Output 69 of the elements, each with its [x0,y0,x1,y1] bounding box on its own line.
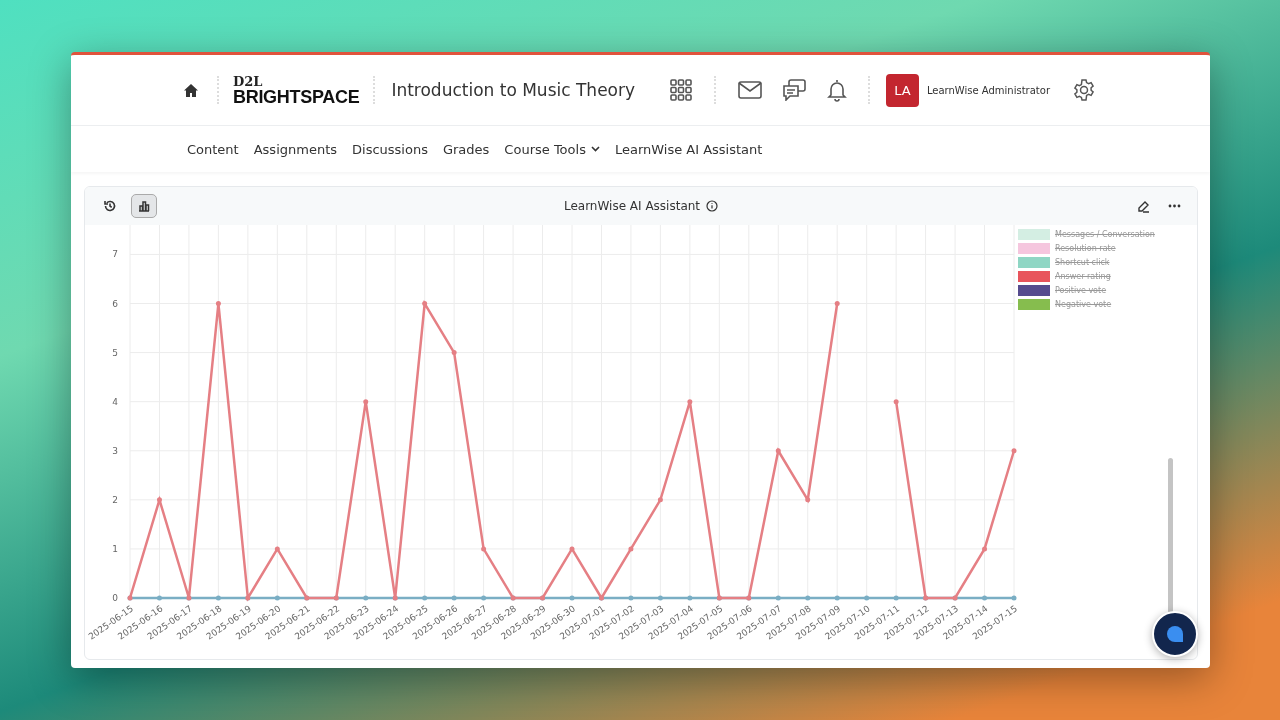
data-point [1011,595,1017,601]
chat-bubble-icon [1165,624,1185,644]
nav-link[interactable]: Discussions [352,141,428,157]
data-point [451,595,457,601]
logo-text: BRIGHTSPACE [233,87,360,106]
data-point [657,595,663,601]
data-point [156,497,162,503]
data-point [363,595,369,601]
nav-link[interactable]: Course Tools [504,141,600,157]
y-tick-label: 1 [112,543,118,554]
data-point [775,448,781,454]
data-point [687,399,693,405]
data-point [982,595,988,601]
data-point [422,301,428,307]
data-point [893,595,899,601]
y-tick-label: 5 [112,347,118,358]
legend-label: Negative vote [1055,300,1112,309]
data-point [687,595,693,601]
y-tick-label: 7 [112,249,118,260]
y-tick-label: 4 [112,396,118,407]
user-avatar[interactable]: LA [885,73,919,107]
data-point [481,595,487,601]
data-point [569,595,575,601]
info-icon[interactable] [706,200,719,212]
data-point [834,595,840,601]
course-title: Introduction to Music Theory [391,80,636,100]
data-point [657,497,663,503]
nav-link[interactable]: Content [187,141,239,157]
user-name[interactable]: LearnWise Administrator [926,84,1050,96]
data-point [982,546,988,552]
widget-title: LearnWise AI Assistant [563,199,701,213]
data-point [481,546,487,552]
nav-link[interactable]: LearnWise AI Assistant [614,141,763,157]
y-tick-label: 0 [112,593,118,603]
nav-link[interactable]: Grades [442,141,490,157]
legend-label: Messages / Conversation [1055,230,1155,239]
y-tick-label: 2 [112,494,118,505]
logo[interactable]: D2L BRIGHTSPACE [233,74,360,106]
data-point [628,595,634,601]
data-point [274,595,280,601]
data-point [805,497,811,503]
data-point [156,595,162,601]
scrollbar[interactable] [1168,458,1173,613]
data-point [864,595,870,601]
data-point [215,595,221,601]
data-point [569,546,575,552]
history-icon [103,199,117,213]
data-point [893,399,899,405]
data-point [775,595,781,601]
data-point [834,301,840,307]
bar-chart-icon [137,199,151,213]
data-point [1011,448,1017,454]
caret-icon [590,146,600,152]
data-point [215,301,221,307]
data-point [422,595,428,601]
y-tick-label: 3 [112,445,118,456]
data-point [628,546,634,552]
chart-view-button[interactable] [131,194,157,218]
legend-label: Positive vote [1055,286,1107,295]
y-tick-label: 6 [112,298,118,309]
logo-text: D2L [233,74,264,88]
data-point [274,546,280,552]
legend-label: Shortcut click [1055,258,1110,267]
legend-label: Resolution rate [1055,244,1116,253]
data-point [805,595,811,601]
nav-link[interactable]: Assignments [253,141,338,157]
legend-label: Answer rating [1055,272,1111,281]
data-point [451,350,457,356]
data-point [363,399,369,405]
